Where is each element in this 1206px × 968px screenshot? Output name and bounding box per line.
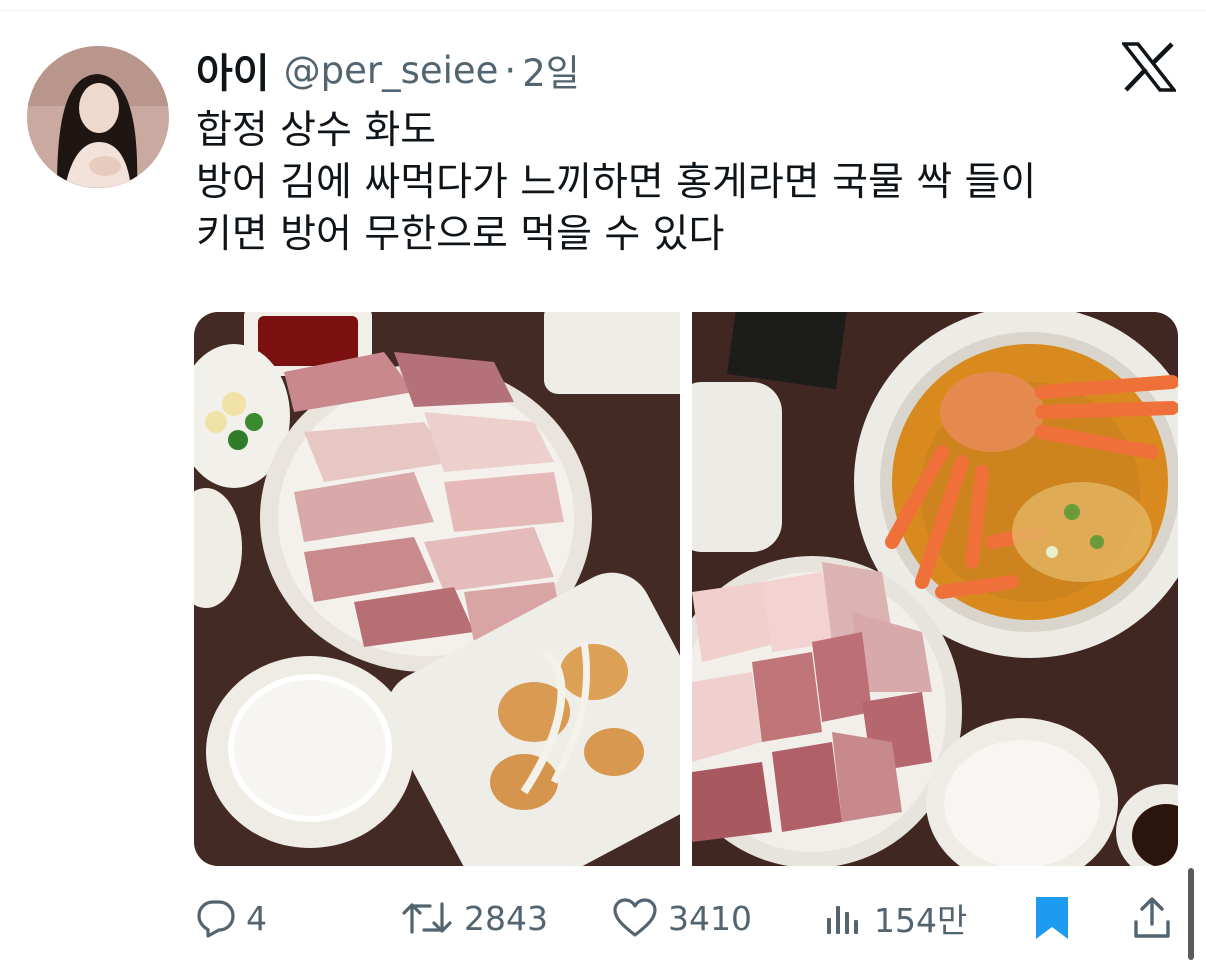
photo-2[interactable] (692, 312, 1178, 866)
share-icon (1132, 896, 1172, 940)
like-count: 3410 (668, 898, 752, 938)
timestamp[interactable]: 2일 (522, 43, 580, 97)
bookmark-icon (1034, 895, 1070, 941)
bookmark-button[interactable] (1034, 888, 1070, 948)
reply-count: 4 (246, 898, 267, 938)
tweet-text: 합정 상수 화도 방어 김에 싸먹다가 느끼하면 홍게라면 국물 싹 들이 키면… (196, 105, 1176, 261)
like-button[interactable]: 3410 (612, 888, 752, 948)
tweet-line: 합정 상수 화도 (196, 108, 437, 153)
retweet-icon (400, 898, 454, 938)
separator-dot: · (504, 48, 517, 92)
retweet-button[interactable]: 2843 (400, 888, 548, 948)
tweet-header: 아이 @per_seiee · 2일 (196, 41, 580, 99)
media-grid (194, 312, 1178, 866)
x-logo-icon[interactable] (1120, 42, 1178, 92)
tweet-line: 키면 방어 무한으로 먹을 수 있다 (196, 212, 725, 257)
views-button[interactable]: 154만 (824, 888, 967, 948)
view-count: 154만 (874, 901, 968, 940)
retweet-count: 2843 (464, 898, 548, 938)
tweet-line: 방어 김에 싸먹다가 느끼하면 홍게라면 국물 싹 들이 (196, 160, 1037, 205)
avatar[interactable] (27, 46, 169, 188)
reply-button[interactable]: 4 (196, 888, 267, 948)
share-button[interactable] (1132, 888, 1172, 948)
author-handle[interactable]: @per_seiee (284, 49, 499, 92)
author-name[interactable]: 아이 (196, 41, 270, 99)
reply-icon (196, 898, 236, 938)
scrollbar-thumb[interactable] (1188, 868, 1194, 960)
views-icon (824, 898, 864, 938)
top-divider (0, 10, 1206, 11)
action-bar: 4 2843 3410 154만 (196, 888, 1176, 948)
heart-icon (612, 898, 658, 938)
photo-1[interactable] (194, 312, 680, 866)
